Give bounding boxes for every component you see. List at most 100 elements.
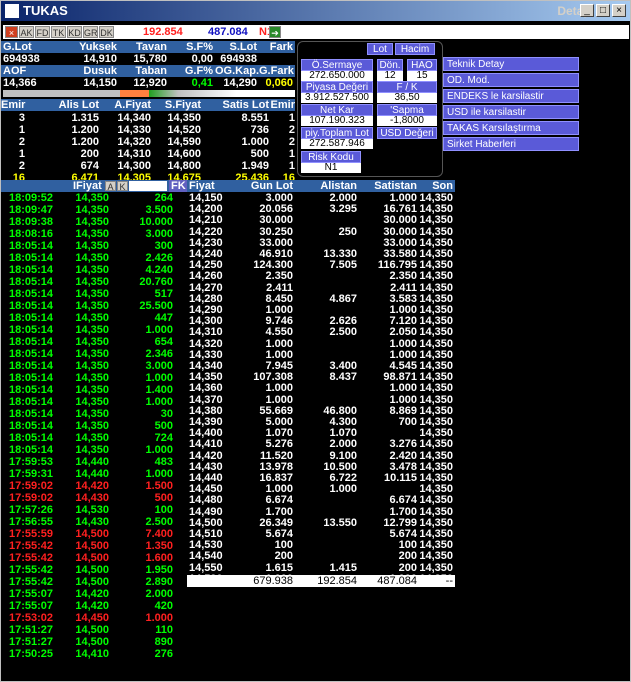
usd-button[interactable]: USD Değeri (377, 127, 437, 139)
lot-button[interactable]: Lot (367, 43, 393, 55)
trade-lot: 4.240 (145, 264, 173, 276)
dist-cell: 14,320 (189, 337, 223, 350)
arrow-right-icon[interactable]: ➔ (269, 26, 281, 38)
dist-cell: 1.000 (265, 393, 293, 406)
dist-cell: 1.000 (265, 337, 293, 350)
toolbar-button-fd[interactable]: FD (35, 26, 50, 38)
trade-lot: 25.500 (139, 300, 173, 312)
close-button[interactable]: × (612, 4, 626, 17)
trade-lot: 20.760 (139, 276, 173, 288)
dist-cell: 14,350 (419, 483, 453, 496)
a-button[interactable]: A (105, 181, 116, 192)
trade-lot: 500 (154, 492, 173, 504)
dist-cell: 2.411 (390, 281, 417, 294)
trade-price: 14,420 (75, 600, 109, 612)
dist-cell: 14,350 (419, 326, 453, 339)
right-button-5[interactable]: Sirket Haberleri (443, 137, 579, 151)
dist-cell: 5.674 (265, 528, 293, 540)
trade-price: 14,350 (75, 432, 109, 444)
dist-cell: 14,350 (419, 371, 453, 384)
toolbar-button-tk[interactable]: TK (51, 26, 66, 38)
trade-lot: 1.000 (145, 372, 173, 384)
piy-value: 272.587.946 (301, 139, 373, 149)
dist-cell: 33.000 (259, 236, 293, 249)
depth-cell: 8.551 (241, 112, 269, 124)
dist-cell: 1.000 (389, 192, 417, 204)
right-button-2[interactable]: ENDEKS le karsilastir (443, 89, 579, 103)
toolbar-value-1: 192.854 (143, 26, 183, 38)
trade-lot: 264 (154, 192, 173, 204)
dist-cell: 14,350 (419, 460, 453, 473)
minimize-button[interactable]: _ (580, 4, 594, 17)
dist-total-4: -- (445, 575, 453, 587)
dist-cell: 30.250 (259, 225, 293, 238)
dist-cell: 1.070 (329, 427, 357, 440)
trade-price: 14,420 (75, 588, 109, 600)
dist-cell: 30.000 (383, 225, 417, 238)
k-button[interactable]: K (117, 181, 128, 192)
fk-button[interactable]: FK (169, 180, 188, 192)
summary-headers1-5: Fark (269, 41, 293, 53)
close-icon[interactable]: × (5, 26, 18, 38)
maximize-button[interactable]: □ (596, 4, 610, 17)
dist-cell: 14,450 (189, 483, 223, 496)
dist-cell: 14,410 (189, 438, 223, 451)
dist-cell: 1.000 (389, 304, 417, 316)
right-button-4[interactable]: TAKAS Karsılaştırma (443, 121, 579, 135)
toolbar-button-dk[interactable]: DK (99, 26, 114, 38)
depth-cell: 2 (18, 136, 25, 148)
trade-lot: 110 (155, 624, 173, 636)
trade-time: 18:05:14 (9, 252, 54, 264)
depth-cell: 2 (288, 124, 295, 136)
dist-cell: 14,350 (419, 539, 453, 552)
dist-cell: 26.349 (259, 516, 293, 529)
trade-lot: 2.346 (145, 348, 173, 360)
right-button-0[interactable]: Teknik Detay (443, 57, 579, 71)
depth-header-3: S.Fiyat (164, 99, 201, 111)
depth-header-5: Emir (270, 99, 295, 111)
toolbar-button-kd[interactable]: KD (67, 26, 82, 38)
dist-cell: 100 (274, 539, 293, 552)
dist-cell: 14,350 (419, 248, 453, 260)
toolbar-button-ak[interactable]: AK (19, 26, 34, 38)
dist-cell: 14,400 (189, 427, 223, 440)
piyasa-value: 3.912.527.500 (301, 93, 373, 103)
summary-headers1-0: G.Lot (3, 41, 32, 53)
trade-time: 17:59:02 (9, 492, 54, 504)
dist-cell: 14,250 (189, 259, 223, 272)
dist-cell: 8.437 (329, 371, 357, 384)
trade-time: 17:51:27 (9, 624, 54, 636)
trade-price: 14,450 (75, 612, 109, 624)
dist-cell: 6.674 (389, 494, 417, 507)
title-bar[interactable]: TUKAS Detay _ □ × (1, 1, 630, 21)
search-input[interactable] (295, 25, 629, 39)
summary-headers2-4: OG.Kap. (215, 65, 260, 77)
trade-time: 18:05:14 (9, 360, 54, 372)
dist-cell: 250 (338, 225, 357, 238)
right-button-1[interactable]: OD. Mod. (443, 73, 579, 87)
dist-cell: 1.000 (265, 348, 293, 361)
osermaye-value: 272.650.000 (301, 71, 373, 81)
dist-cell: 14,350 (419, 192, 453, 204)
trade-lot: 1.000 (145, 396, 173, 408)
hacim-button[interactable]: Hacim (395, 43, 435, 55)
dist-cell: 14,480 (189, 494, 223, 507)
trade-lot: 3.500 (145, 204, 173, 216)
right-button-3[interactable]: USD ile karsilastir (443, 105, 579, 119)
toolbar-button-gr[interactable]: GR (83, 26, 98, 38)
trade-time: 18:09:38 (9, 216, 54, 228)
dist-cell: 3.478 (389, 460, 417, 473)
trade-price: 14,350 (75, 312, 109, 324)
dist-cell: 16.761 (383, 203, 417, 216)
dist-cell: 1.000 (389, 393, 417, 406)
dist-cell: 116.795 (377, 259, 417, 272)
filter-input[interactable] (129, 181, 167, 191)
dist-cell: 1.000 (265, 304, 293, 316)
trade-time: 17:55:42 (9, 540, 54, 552)
dist-cell: 14,350 (419, 270, 453, 283)
sapma-value: -1,8000 (377, 116, 437, 126)
trade-price: 14,350 (75, 252, 109, 264)
dist-cell: 200 (398, 561, 417, 574)
trade-time: 17:55:07 (9, 600, 54, 612)
dist-cell: 14,350 (419, 281, 453, 294)
